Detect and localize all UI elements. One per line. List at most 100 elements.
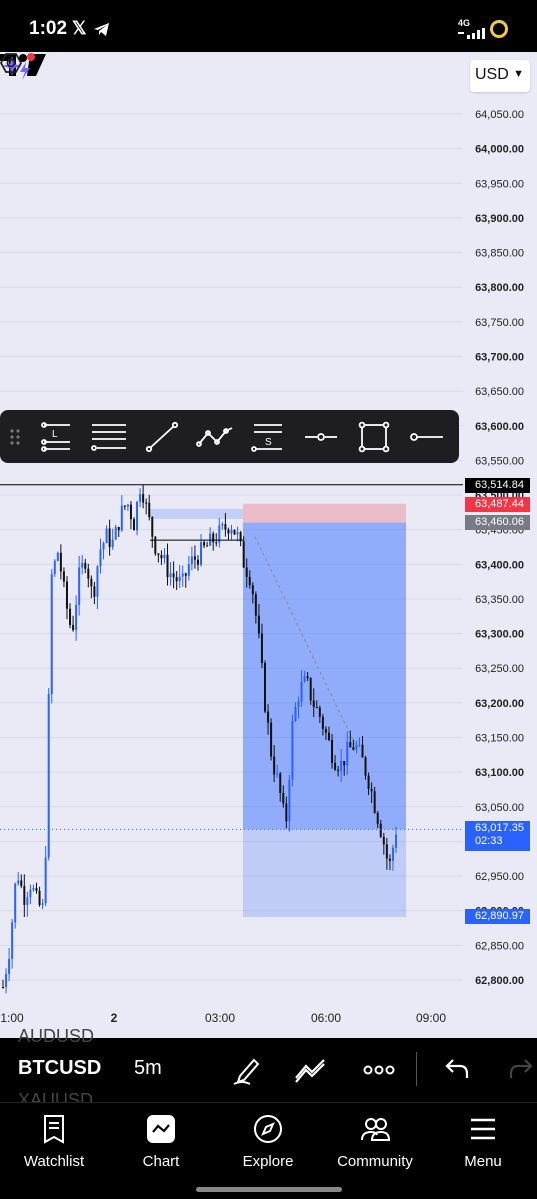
tab-watchlist-label: Watchlist (23, 1153, 85, 1170)
candle-body (99, 549, 102, 567)
candle-body (291, 721, 294, 780)
candle-body (355, 745, 358, 750)
candle-body (212, 533, 215, 543)
tab-menu[interactable]: Menu (433, 1113, 533, 1170)
candle-body (129, 504, 132, 520)
price-chart[interactable]: 64,050.00 64,000.00 63,950.00 63,900.00 63,8… (0, 52, 537, 1038)
status-bar: 1:02 𝕏 4G (0, 0, 537, 52)
candle-body (35, 888, 38, 891)
bar-countdown: 02:33 (475, 835, 503, 847)
chevron-down-icon: ▼ (513, 68, 524, 80)
candle-body (193, 556, 196, 560)
price-axis-label: 63,300.00 (475, 629, 524, 641)
symbol-label[interactable]: BTCUSD (18, 1057, 101, 1080)
candle-body (23, 885, 26, 905)
candle-body (315, 707, 318, 709)
horizontal-line-tool[interactable] (401, 410, 453, 463)
price-axis-label: 63,150.00 (475, 733, 524, 745)
candle-body (254, 594, 257, 616)
price-axis-label: 63,800.00 (475, 282, 524, 294)
redo-icon[interactable] (504, 1054, 537, 1086)
candle-body (373, 791, 376, 813)
candle-body (376, 812, 379, 824)
price-axis-label: 63,200.00 (475, 698, 524, 710)
candle-body (120, 505, 123, 531)
candle-body (56, 552, 59, 561)
candle-body (87, 568, 90, 579)
candle-body (160, 555, 163, 559)
candle-body (385, 844, 388, 859)
candle-body (215, 542, 218, 544)
candle-body (285, 803, 288, 822)
candle-body (203, 542, 206, 546)
stop-price-value: 63,487.44 (475, 498, 524, 510)
previous-symbol[interactable]: AUDUSD (18, 1026, 94, 1047)
chart-settings-icon[interactable] (0, 52, 22, 74)
short-position-icon: S (251, 423, 282, 452)
pencil-icon[interactable] (230, 1054, 264, 1086)
path-tool[interactable] (189, 410, 241, 463)
candle-body (248, 576, 251, 586)
entry-price-tag: 63,460.06 (465, 515, 530, 530)
more-icon[interactable] (362, 1054, 396, 1086)
rectangle-tool[interactable] (348, 410, 400, 463)
tab-community[interactable]: Community (325, 1113, 425, 1170)
x-app-icon: 𝕏 (72, 18, 87, 38)
tab-watchlist[interactable]: Watchlist (4, 1113, 104, 1170)
interval-label[interactable]: 5m (134, 1057, 162, 1080)
candle-body (367, 775, 370, 789)
community-icon (361, 1118, 391, 1141)
price-axis-label: 63,750.00 (475, 317, 524, 329)
clock: 1:02 (29, 18, 68, 39)
candle-body (53, 560, 56, 575)
candle-body (151, 517, 154, 537)
price-axis-label: 62,950.00 (475, 871, 524, 883)
parallel-lines-tool[interactable] (83, 410, 135, 463)
home-indicator[interactable] (196, 1187, 342, 1192)
candle-body (267, 711, 270, 723)
candle-body (81, 562, 84, 568)
candle-body (114, 526, 117, 540)
undo-icon[interactable] (440, 1054, 474, 1086)
candle-body (370, 788, 373, 792)
drag-handle-icon[interactable] (0, 410, 30, 463)
chart-area[interactable]: 64,050.00 64,000.00 63,950.00 63,900.00 63,8… (0, 52, 537, 1038)
long-position-tool[interactable]: L (30, 410, 82, 463)
short-position-tool[interactable]: S (242, 410, 294, 463)
candle-body (93, 586, 96, 597)
price-axis-label: 63,550.00 (475, 455, 524, 467)
candle-body (349, 742, 352, 748)
horizontal-ray-icon (305, 432, 337, 441)
tab-chart[interactable]: Chart (111, 1113, 211, 1170)
candle-body (32, 888, 35, 890)
candle-body (282, 792, 285, 804)
indicators-icon[interactable] (294, 1054, 328, 1086)
candle-body (166, 554, 169, 578)
candle-body (62, 571, 65, 582)
signal-icon (458, 28, 485, 39)
candle-body (206, 545, 209, 547)
price-axis-label: 62,800.00 (475, 975, 524, 987)
candle-body (145, 502, 148, 504)
candle-body (163, 554, 166, 559)
candle-body (50, 574, 53, 694)
candle-body (395, 834, 397, 848)
horizontal-ray-tool[interactable] (295, 410, 347, 463)
candle-body (346, 742, 349, 766)
currency-selector[interactable]: USD ▼ (470, 60, 530, 92)
stop-zone (243, 503, 406, 523)
svg-text:S: S (265, 437, 272, 448)
tab-explore[interactable]: Explore (218, 1113, 318, 1170)
candle-body (257, 615, 260, 634)
trend-line-tool[interactable] (136, 410, 188, 463)
svg-text:L: L (52, 429, 58, 440)
candle-body (221, 524, 224, 526)
price-axis-label: 63,700.00 (475, 351, 524, 363)
candle-body (294, 706, 297, 722)
time-axis-label: 06:00 (311, 1011, 341, 1025)
line-price-value: 63,514.84 (475, 479, 524, 491)
time-axis-label: 09:00 (416, 1011, 446, 1025)
candle-body (175, 577, 178, 582)
candle-body (108, 528, 111, 548)
drawing-toolbar: L S (0, 410, 459, 463)
